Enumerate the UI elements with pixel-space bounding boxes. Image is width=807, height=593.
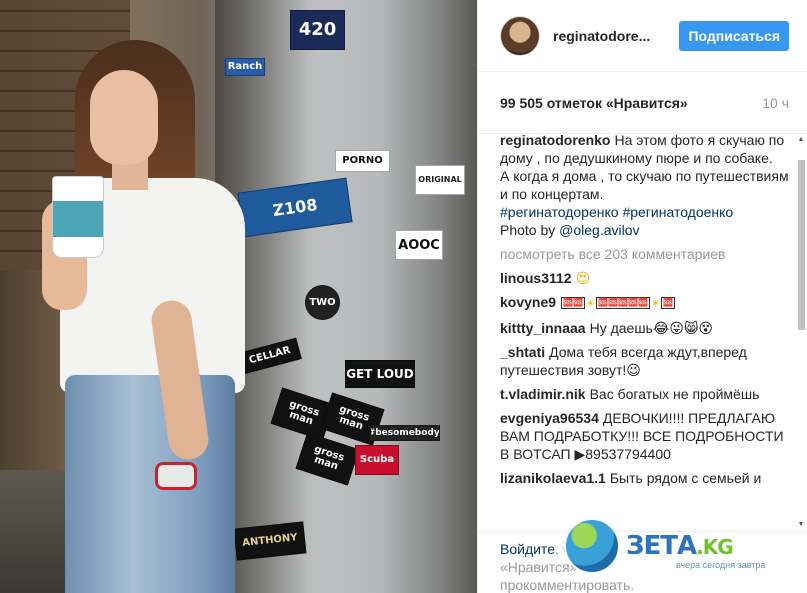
avatar[interactable] xyxy=(500,15,540,56)
scroll-up-arrow-icon[interactable]: ▲ xyxy=(797,136,805,144)
person-jeans xyxy=(65,375,235,593)
login-prompt: Войдите, чтобы «Нравится» и прокомментир… xyxy=(478,518,807,593)
comment-item: linous3112 😍 xyxy=(500,269,793,287)
sticker: TWO xyxy=(305,285,340,320)
login-link[interactable]: Войдите xyxy=(500,541,555,557)
sos-emoji: 🆘 xyxy=(661,297,676,309)
sticker: Scuba xyxy=(355,445,399,475)
drink-cup xyxy=(52,176,104,258)
comment-item: evgeniya96534 ДЕВОЧКИ!!!! ПРЕДЛАГАЮ ВАМ П… xyxy=(500,409,793,463)
comment-username[interactable]: kittty_innaaa xyxy=(500,320,586,336)
person-face xyxy=(90,70,158,165)
follow-button[interactable]: Подписаться xyxy=(679,20,789,51)
post-header: reginatodore... Подписаться xyxy=(478,0,807,72)
sticker: PORNO xyxy=(335,150,390,172)
comment-item: kittty_innaaa Ну даешь😂😜😸😵 xyxy=(500,319,793,337)
instagram-post: 420 Z108 PORNO AOOC GET LOUD CELLAR gros… xyxy=(0,0,807,593)
caption-hashtags[interactable]: #регинатодоренко #регинатодоенко xyxy=(500,203,793,221)
caption-photographer-link[interactable]: @oleg.avilov xyxy=(559,222,639,238)
sticker: #besomebody. xyxy=(370,425,440,441)
comment-item: _shtati Дома тебя всегда ждут,вперед путе… xyxy=(500,343,793,379)
scrollbar-thumb[interactable] xyxy=(798,160,805,330)
comment-username[interactable]: _shtati xyxy=(500,344,545,360)
watermark-tld: .KG xyxy=(696,534,734,559)
comment-text: 😍 xyxy=(575,270,591,286)
view-all-comments-link[interactable]: посмотреть все 203 комментариев xyxy=(500,245,793,263)
caption: reginatodorenko На этом фото я скучаю по … xyxy=(500,134,793,239)
globe-icon xyxy=(564,518,620,574)
sos-emoji: 🆘🆘🆘🆘🆘 xyxy=(596,297,650,309)
sticker: Ranch xyxy=(225,58,265,76)
watermark-logo: ЗЕТА.KG вчера сегодня завтра xyxy=(564,518,765,574)
sos-emoji: 🆘🆘 xyxy=(561,297,585,309)
watermark-tagline: вчера сегодня завтра xyxy=(676,560,766,570)
sticker: AOOC xyxy=(395,230,443,260)
comment-username[interactable]: kovyne9 xyxy=(500,294,556,310)
comment-username[interactable]: t.vladimir.nik xyxy=(500,386,586,402)
comment-text: Ну даешь😂😜😸😵 xyxy=(589,320,714,336)
post-sidebar: reginatodore... Подписаться 99 505 отмет… xyxy=(477,0,807,593)
sticker: 420 xyxy=(290,10,345,50)
star-emoji: ✴ xyxy=(585,298,596,310)
photo-sticker-pole xyxy=(215,0,477,593)
caption-line2: А когда я дома , то скучаю по путешестви… xyxy=(500,168,789,202)
sticker: ORIGINAL xyxy=(415,165,465,195)
comment-item: kovyne9 🆘🆘 ✴ 🆘🆘🆘🆘🆘 ✴ 🆘 xyxy=(500,293,793,313)
watermark-text: ЗЕТА.KG xyxy=(626,533,734,559)
comment-text: Вас богатых не проймёшь xyxy=(589,386,760,402)
comment-item: lizanikolaeva1.1 Быть рядом с семьей и xyxy=(500,469,793,487)
likes-row: 99 505 отметок «Нравится» 10 ч xyxy=(478,72,807,134)
comment-text: Быть рядом с семьей и xyxy=(609,470,762,486)
caption-username[interactable]: reginatodorenko xyxy=(500,134,610,148)
caption-credit: Photo by @oleg.avilov xyxy=(500,221,793,239)
username-link[interactable]: reginatodore... xyxy=(553,28,653,44)
comment-username[interactable]: lizanikolaeva1.1 xyxy=(500,470,606,486)
star-emoji: ✴ xyxy=(651,298,661,310)
wrist-watch xyxy=(155,462,197,490)
comment-username[interactable]: evgeniya96534 xyxy=(500,410,599,426)
login-prompt-line3: прокомментировать. xyxy=(500,577,635,593)
comment-item: t.vladimir.nik Вас богатых не проймёшь xyxy=(500,385,793,403)
caption-photo-by: Photo by xyxy=(500,222,556,238)
post-photo[interactable]: 420 Z108 PORNO AOOC GET LOUD CELLAR gros… xyxy=(0,0,477,593)
comments-list[interactable]: reginatodorenko На этом фото я скучаю по … xyxy=(478,134,807,531)
scroll-down-arrow-icon[interactable]: ▼ xyxy=(797,521,805,529)
comment-username[interactable]: linous3112 xyxy=(500,270,572,286)
likes-count[interactable]: 99 505 отметок «Нравится» xyxy=(500,95,688,111)
sticker: GET LOUD xyxy=(345,360,415,388)
post-time[interactable]: 10 ч xyxy=(762,95,789,111)
